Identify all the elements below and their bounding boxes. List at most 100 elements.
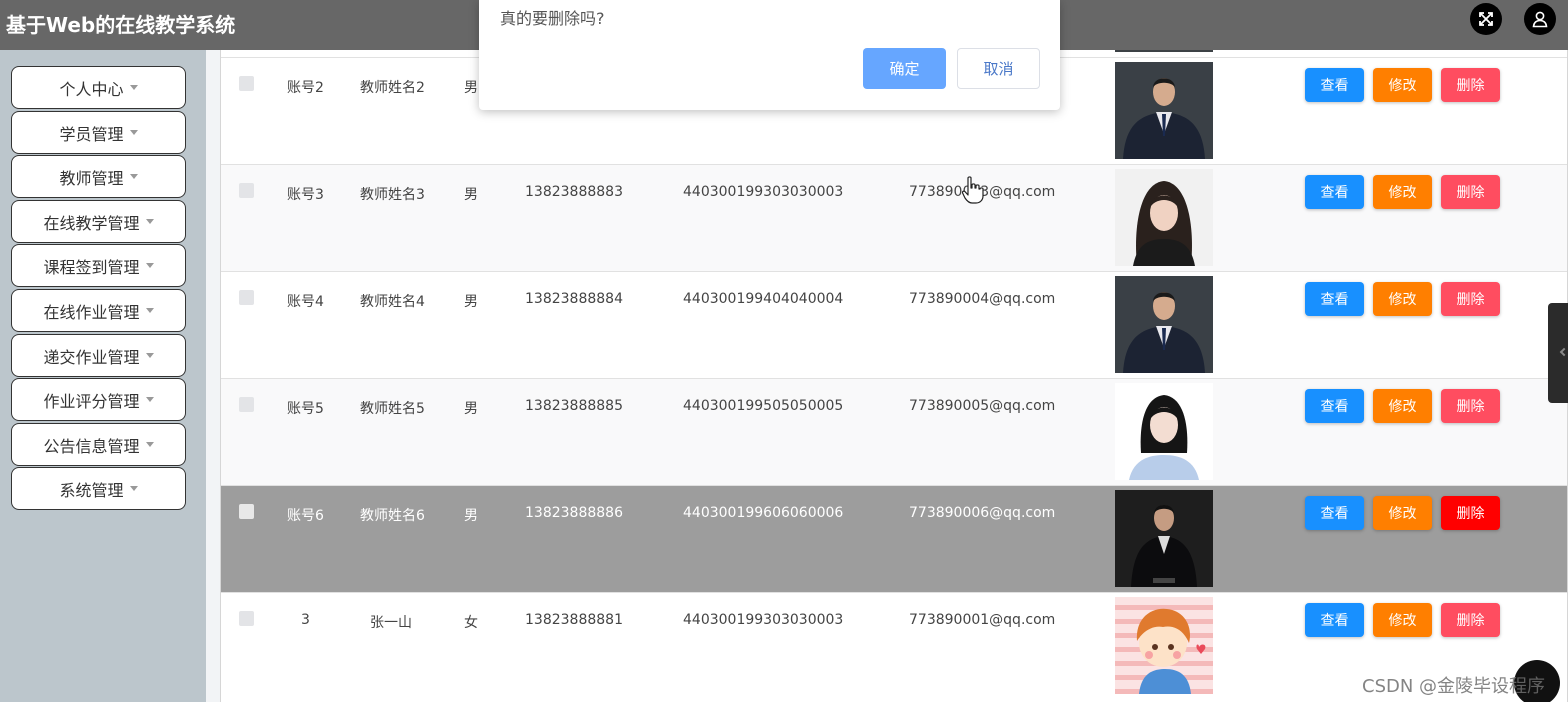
sidebar-item-system-management[interactable]: 系统管理	[11, 467, 186, 510]
email-cell: 773890004@qq.com	[909, 291, 1056, 307]
hand-cursor-icon	[962, 176, 984, 204]
teacher-photo	[1115, 276, 1213, 373]
delete-button[interactable]: 删除	[1441, 68, 1500, 102]
watermark-text: CSDN @金陵毕设程序	[1362, 676, 1546, 697]
id-card-cell: 440300199606060006	[683, 505, 844, 521]
sidebar-item-announcements[interactable]: 公告信息管理	[11, 423, 186, 466]
confirm-delete-dialog: 真的要删除吗? 确定 取消	[479, 0, 1060, 110]
man-portrait-image	[1115, 490, 1213, 587]
account-cell: 账号5	[287, 401, 324, 417]
edit-button[interactable]: 修改	[1373, 68, 1432, 102]
row-checkbox[interactable]	[239, 611, 254, 626]
sidebar-item-personal-center[interactable]: 个人中心	[11, 66, 186, 109]
sidebar: 个人中心 学员管理 教师管理 在线教学管理 课程签到管理 在线作业管理 递交作业…	[0, 50, 206, 702]
id-card-cell: 440300199303030003	[683, 184, 844, 200]
edit-button[interactable]: 修改	[1373, 496, 1432, 530]
sidebar-item-label: 公告信息管理	[43, 436, 140, 456]
sidebar-item-label: 系统管理	[59, 480, 124, 500]
delete-button[interactable]: 删除	[1441, 389, 1500, 423]
man-portrait-image	[1115, 276, 1213, 373]
table-row: 账号3 教师姓名3 男 13823888883 4403001993030300…	[221, 164, 1567, 271]
sidebar-item-homework-grading[interactable]: 作业评分管理	[11, 378, 186, 421]
sidebar-item-label: 个人中心	[59, 79, 124, 99]
sidebar-item-label: 课程签到管理	[43, 257, 140, 277]
user-button[interactable]	[1524, 3, 1556, 35]
delete-button[interactable]: 删除	[1441, 603, 1500, 637]
view-button[interactable]: 查看	[1305, 603, 1364, 637]
account-cell: 账号6	[287, 508, 324, 524]
phone-cell: 13823888886	[525, 505, 623, 521]
row-checkbox[interactable]	[239, 504, 254, 519]
photo-partial	[1115, 50, 1213, 52]
delete-button[interactable]: 删除	[1441, 496, 1500, 530]
name-cell: 教师姓名2	[360, 80, 425, 96]
gender-cell: 男	[464, 187, 478, 203]
caret-down-icon	[145, 219, 154, 224]
caret-down-icon	[145, 353, 154, 358]
phone-cell: 13823888885	[525, 398, 623, 414]
caret-down-icon	[129, 486, 138, 491]
row-checkbox[interactable]	[239, 290, 254, 305]
edit-button[interactable]: 修改	[1373, 282, 1432, 316]
teacher-photo	[1115, 597, 1213, 694]
gender-cell: 女	[464, 615, 478, 631]
row-checkbox[interactable]	[239, 76, 254, 91]
sidebar-item-label: 学员管理	[59, 124, 124, 144]
delete-button[interactable]: 删除	[1441, 175, 1500, 209]
confirm-button[interactable]: 确定	[863, 48, 946, 89]
user-icon	[1532, 11, 1548, 28]
row-checkbox[interactable]	[239, 183, 254, 198]
app-title: 基于Web的在线教学系统	[6, 13, 236, 37]
table-row-highlighted: 账号6 教师姓名6 男 13823888886 4403001996060600…	[221, 485, 1567, 592]
view-button[interactable]: 查看	[1305, 68, 1364, 102]
caret-down-icon	[145, 442, 154, 447]
teacher-photo	[1115, 490, 1213, 587]
email-cell: 773890006@qq.com	[909, 505, 1056, 521]
gender-cell: 男	[464, 401, 478, 417]
sidebar-item-online-teaching[interactable]: 在线教学管理	[11, 200, 186, 243]
account-cell: 账号3	[287, 187, 324, 203]
expand-icon	[1479, 12, 1493, 26]
edit-button[interactable]: 修改	[1373, 603, 1432, 637]
delete-button[interactable]: 删除	[1441, 282, 1500, 316]
cartoon-avatar-image	[1115, 597, 1213, 694]
row-checkbox[interactable]	[239, 397, 254, 412]
sidebar-item-label: 在线教学管理	[43, 213, 140, 233]
sidebar-item-online-homework[interactable]: 在线作业管理	[11, 289, 186, 332]
teacher-photo	[1115, 169, 1213, 266]
table-row: 账号5 教师姓名5 男 13823888885 4403001995050500…	[221, 378, 1567, 485]
sidebar-item-student-management[interactable]: 学员管理	[11, 111, 186, 154]
caret-down-icon	[129, 174, 138, 179]
caret-down-icon	[129, 85, 138, 90]
cancel-button[interactable]: 取消	[957, 48, 1040, 89]
name-cell: 教师姓名3	[360, 187, 425, 203]
email-cell: 773890005@qq.com	[909, 398, 1056, 414]
sidebar-item-label: 在线作业管理	[43, 302, 140, 322]
caret-down-icon	[145, 397, 154, 402]
account-cell: 3	[301, 612, 310, 628]
view-button[interactable]: 查看	[1305, 282, 1364, 316]
phone-cell: 13823888881	[525, 612, 623, 628]
view-button[interactable]: 查看	[1305, 175, 1364, 209]
caret-down-icon	[145, 263, 154, 268]
sidebar-item-label: 递交作业管理	[43, 347, 140, 367]
dialog-message: 真的要删除吗?	[500, 9, 605, 28]
sidebar-item-label: 作业评分管理	[43, 391, 140, 411]
fullscreen-button[interactable]	[1470, 3, 1502, 35]
name-cell: 张一山	[370, 615, 412, 631]
main-content: 账号2 教师姓名2 男 查看 修改 删除 账号3 教师姓名3 男 1382388…	[206, 50, 1568, 702]
drawer-toggle-tab[interactable]	[1548, 303, 1568, 403]
caret-down-icon	[129, 130, 138, 135]
sidebar-item-submitted-homework[interactable]: 递交作业管理	[11, 334, 186, 377]
name-cell: 教师姓名5	[360, 401, 425, 417]
teacher-photo	[1115, 62, 1213, 159]
sidebar-item-teacher-management[interactable]: 教师管理	[11, 155, 186, 198]
edit-button[interactable]: 修改	[1373, 389, 1432, 423]
sidebar-item-course-checkin[interactable]: 课程签到管理	[11, 244, 186, 287]
view-button[interactable]: 查看	[1305, 389, 1364, 423]
id-card-cell: 440300199505050005	[683, 398, 844, 414]
gender-cell: 男	[464, 80, 478, 96]
woman-portrait-image	[1115, 169, 1213, 266]
edit-button[interactable]: 修改	[1373, 175, 1432, 209]
view-button[interactable]: 查看	[1305, 496, 1364, 530]
